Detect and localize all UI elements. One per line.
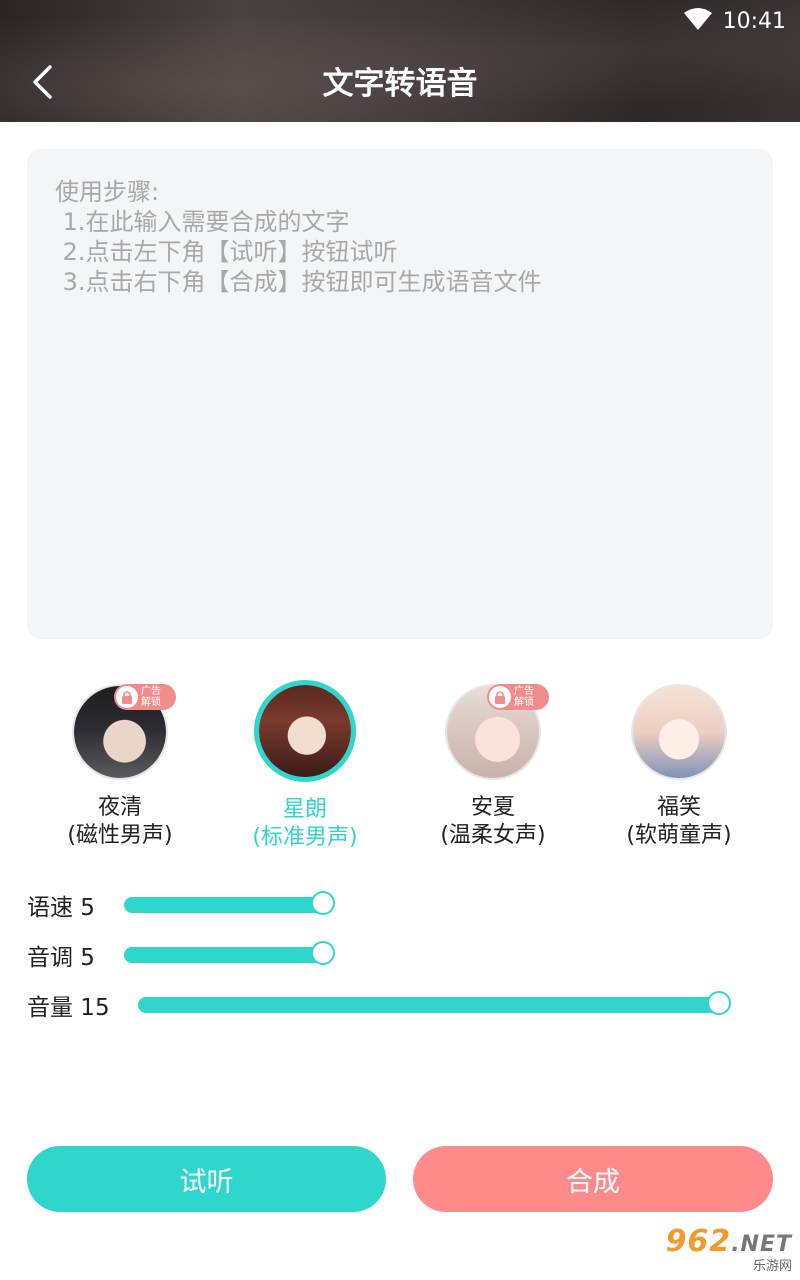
lock-icon xyxy=(489,686,511,708)
voice-description: (磁性男声) xyxy=(67,823,173,848)
status-time: 10:41 xyxy=(722,8,786,34)
ad-unlock-badge: 广告 解锁 xyxy=(487,684,549,710)
volume-thumb[interactable] xyxy=(707,991,731,1015)
text-input[interactable]: 使用步骤: 1.在此输入需要合成的文字 2.点击左下角【试听】按钮试听 3.点击… xyxy=(27,149,773,639)
status-bar: 10:41 xyxy=(683,6,786,36)
volume-track xyxy=(138,997,728,1013)
voice-description: (标准男声) xyxy=(252,825,358,850)
speed-slider[interactable] xyxy=(0,885,800,925)
header-bar: 10:41 文字转语音 xyxy=(0,0,800,122)
avatar: 广告 解锁 xyxy=(72,684,176,780)
placeholder-line: 使用步骤: xyxy=(55,178,160,206)
voice-description: (软萌童声) xyxy=(626,823,732,848)
avatar xyxy=(254,680,356,782)
avatar: 广告 解锁 xyxy=(445,684,549,780)
speed-track xyxy=(124,897,330,913)
placeholder-line: 1.在此输入需要合成的文字 xyxy=(55,208,350,236)
voice-option-anxia[interactable]: 广告 解锁 安夏 (温柔女声) xyxy=(398,680,588,850)
avatar xyxy=(631,684,727,780)
pitch-track xyxy=(124,947,330,963)
lock-icon xyxy=(116,686,138,708)
volume-slider[interactable] xyxy=(0,985,800,1025)
speed-thumb[interactable] xyxy=(311,891,335,915)
voice-option-fuxiao[interactable]: 福笑 (软萌童声) xyxy=(584,680,774,850)
wifi-icon xyxy=(683,7,713,35)
voice-description: (温柔女声) xyxy=(440,823,546,848)
pitch-slider[interactable] xyxy=(0,935,800,975)
voice-selector: 广告 解锁 夜清 (磁性男声) 星朗 (标准男声) 广告 解锁 安夏 (温柔女声… xyxy=(0,680,800,870)
page-title: 文字转语音 xyxy=(322,66,478,102)
pitch-thumb[interactable] xyxy=(311,941,335,965)
voice-name: 夜清 xyxy=(97,795,142,820)
listen-button[interactable]: 试听 xyxy=(27,1146,386,1212)
ad-unlock-badge: 广告 解锁 xyxy=(114,684,176,710)
voice-option-xinglang[interactable]: 星朗 (标准男声) xyxy=(210,680,400,852)
voice-name: 安夏 xyxy=(470,795,515,820)
voice-name: 福笑 xyxy=(656,795,701,820)
placeholder-line: 3.点击右下角【合成】按钮即可生成语音文件 xyxy=(55,268,542,296)
voice-name: 星朗 xyxy=(282,797,327,822)
watermark-logo: 962.NET 乐游网 xyxy=(665,1224,792,1274)
placeholder-line: 2.点击左下角【试听】按钮试听 xyxy=(55,238,398,266)
voice-option-yeqing[interactable]: 广告 解锁 夜清 (磁性男声) xyxy=(25,680,215,850)
synthesize-button[interactable]: 合成 xyxy=(413,1146,773,1212)
